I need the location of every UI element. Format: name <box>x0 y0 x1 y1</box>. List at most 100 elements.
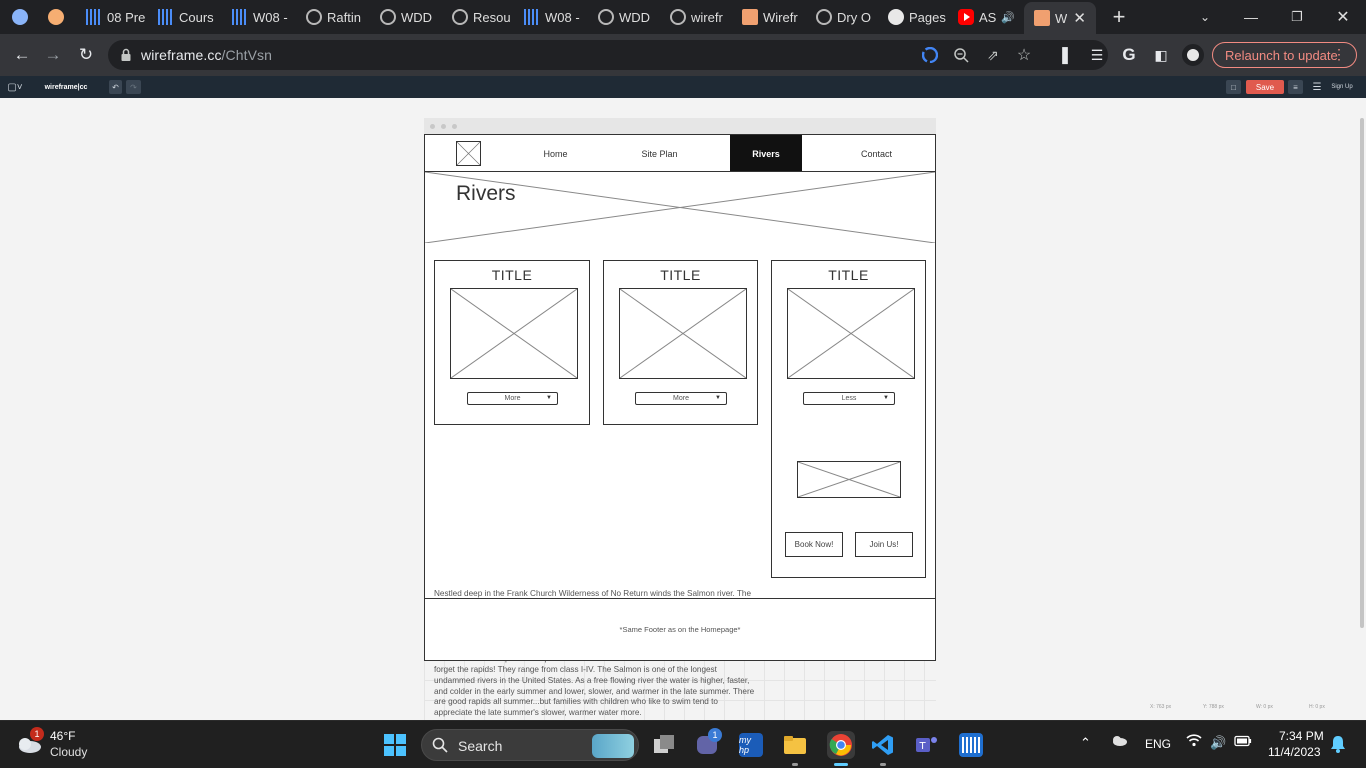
more-dropdown[interactable]: More ▼ <box>635 392 727 405</box>
teams-chat-icon[interactable]: 1 <box>696 728 722 757</box>
tab-item[interactable]: AS 🔊 <box>958 3 1020 31</box>
join-us-button[interactable]: Join Us! <box>855 532 913 557</box>
task-view-icon[interactable] <box>652 733 676 757</box>
myhp-icon[interactable]: my hp <box>739 733 763 757</box>
image-placeholder[interactable] <box>787 288 915 379</box>
tab-label: W08 - <box>253 9 288 25</box>
nav-contact[interactable]: Contact <box>838 135 915 172</box>
avatar[interactable] <box>1180 42 1206 68</box>
tab-label: AS <box>979 9 997 25</box>
tab-pinned-2[interactable] <box>48 3 76 31</box>
image-placeholder-small[interactable] <box>797 461 901 498</box>
coord-w: W: 0 px <box>1256 704 1273 710</box>
google-icon[interactable] <box>920 45 940 65</box>
new-tab-icon[interactable]: + <box>1106 4 1132 30</box>
forward-arrow-icon[interactable]: → <box>40 42 66 68</box>
nav-site-plan[interactable]: Site Plan <box>621 135 698 172</box>
window-dot <box>441 124 446 129</box>
canvas-app-icon[interactable] <box>959 733 983 757</box>
chevron-down-icon[interactable]: ⌄ <box>1194 6 1216 28</box>
volume-icon[interactable]: 🔊 <box>1210 735 1226 751</box>
browser-tab-strip: 08 Pre Cours W08 - Raftin WDD Resou W08 … <box>0 0 1366 34</box>
window-dot <box>430 124 435 129</box>
tab-item[interactable]: WDD <box>380 3 440 31</box>
zoom-out-icon[interactable] <box>951 45 971 65</box>
battery-icon[interactable] <box>1234 735 1252 750</box>
scrollbar[interactable] <box>1360 118 1364 628</box>
relaunch-button[interactable]: Relaunch to update ⋮ <box>1212 42 1357 68</box>
share-icon[interactable]: ⇗ <box>983 45 1003 65</box>
less-dropdown[interactable]: Less ▼ <box>803 392 895 405</box>
kebab-menu-icon[interactable]: ⋮ <box>1332 46 1346 62</box>
language-indicator[interactable]: ENG <box>1145 737 1171 751</box>
nav-rivers[interactable]: Rivers <box>730 135 802 172</box>
wireframe-canvas[interactable]: Home Site Plan Rivers Contact Rivers TIT… <box>0 98 1366 720</box>
tab-item[interactable]: W08 - <box>232 3 292 31</box>
media-queue-icon[interactable]: ☰ <box>1084 42 1110 68</box>
tab-item[interactable]: Raftin <box>306 3 366 31</box>
tab-pinned-1[interactable] <box>12 3 40 31</box>
river-card-expanded[interactable]: TITLE Less ▼ Book Now! Join Us! <box>771 260 926 578</box>
nav-home[interactable]: Home <box>517 135 594 172</box>
restore-icon[interactable]: ❐ <box>1286 6 1308 28</box>
extensions-icon[interactable]: ❚ <box>1052 42 1078 68</box>
minimize-icon[interactable]: — <box>1240 6 1262 28</box>
reload-icon[interactable]: ↻ <box>73 42 99 68</box>
tab-item[interactable]: WDD <box>598 3 658 31</box>
hero-banner[interactable]: Rivers <box>424 171 936 244</box>
save-button[interactable]: Save <box>1246 80 1284 94</box>
comment-icon[interactable]: □ <box>1226 80 1241 94</box>
settings-icon[interactable]: ≡ <box>1288 80 1303 94</box>
close-icon[interactable]: ✕ <box>1073 9 1096 27</box>
image-placeholder[interactable] <box>619 288 747 379</box>
river-card[interactable]: TITLE More ▼ <box>434 260 590 425</box>
vscode-icon[interactable] <box>871 733 895 757</box>
undo-icon[interactable]: ↶ <box>109 80 122 94</box>
tab-active[interactable]: W ✕ <box>1024 2 1096 34</box>
weather-widget[interactable]: 1 46°F Cloudy <box>0 721 110 768</box>
file-explorer-icon[interactable] <box>783 733 807 757</box>
river-card[interactable]: TITLE More ▼ <box>603 260 758 425</box>
content-section[interactable]: TITLE More ▼ TITLE More ▼ TITLE Less ▼ B… <box>424 243 936 717</box>
app-logo[interactable]: wireframe|cc <box>40 80 92 94</box>
tab-item[interactable]: wirefr <box>670 3 730 31</box>
tab-item[interactable]: 08 Pre <box>86 3 150 31</box>
wifi-icon[interactable] <box>1186 733 1202 750</box>
hamburger-icon[interactable]: ☰ <box>1310 80 1324 94</box>
page-menu-icon[interactable]: ▢˅ <box>4 80 26 94</box>
tab-item[interactable]: Wirefr <box>742 3 804 31</box>
star-icon[interactable]: ☆ <box>1014 45 1034 65</box>
running-indicator <box>880 763 886 766</box>
notification-bell-icon[interactable] <box>1330 735 1346 756</box>
clock-time[interactable]: 7:34 PM <box>1279 729 1324 743</box>
tab-item[interactable]: W08 - <box>524 3 584 31</box>
speaker-icon[interactable]: 🔊 <box>1001 11 1015 24</box>
book-now-button[interactable]: Book Now! <box>785 532 843 557</box>
image-placeholder[interactable] <box>450 288 578 379</box>
chevron-up-icon[interactable]: ⌃ <box>1080 735 1091 751</box>
windows-start-icon[interactable] <box>383 733 407 757</box>
window-close-icon[interactable]: ✕ <box>1332 6 1354 28</box>
wireframe-page[interactable]: Home Site Plan Rivers Contact Rivers TIT… <box>424 118 936 717</box>
taskbar-search[interactable]: Search <box>421 729 639 761</box>
side-panel-icon[interactable]: ◧ <box>1148 42 1174 68</box>
coord-h: H: 0 px <box>1309 704 1325 710</box>
tab-item[interactable]: Dry O <box>816 3 876 31</box>
signup-link[interactable]: Sign Up <box>1326 80 1358 94</box>
tab-item[interactable]: Pages <box>888 3 950 31</box>
teams-icon[interactable]: T <box>915 733 939 757</box>
chrome-icon[interactable] <box>827 731 855 759</box>
wireframe-navbar[interactable]: Home Site Plan Rivers Contact <box>424 134 936 172</box>
tab-item[interactable]: Resou <box>452 3 512 31</box>
more-dropdown[interactable]: More ▼ <box>467 392 558 405</box>
address-bar[interactable]: wireframe.cc/ChtVsn ⇗ ☆ <box>108 40 1108 70</box>
tab-item[interactable]: Cours <box>158 3 222 31</box>
logo-placeholder[interactable] <box>456 141 481 166</box>
grammarly-icon[interactable]: G <box>1116 42 1142 68</box>
canvas-bars-icon <box>158 9 174 25</box>
search-icon <box>432 737 448 758</box>
back-arrow-icon[interactable]: ← <box>9 42 35 68</box>
redo-icon[interactable]: ↷ <box>126 80 141 94</box>
onedrive-cloud-icon[interactable] <box>1110 733 1128 750</box>
clock-date[interactable]: 11/4/2023 <box>1268 745 1321 759</box>
